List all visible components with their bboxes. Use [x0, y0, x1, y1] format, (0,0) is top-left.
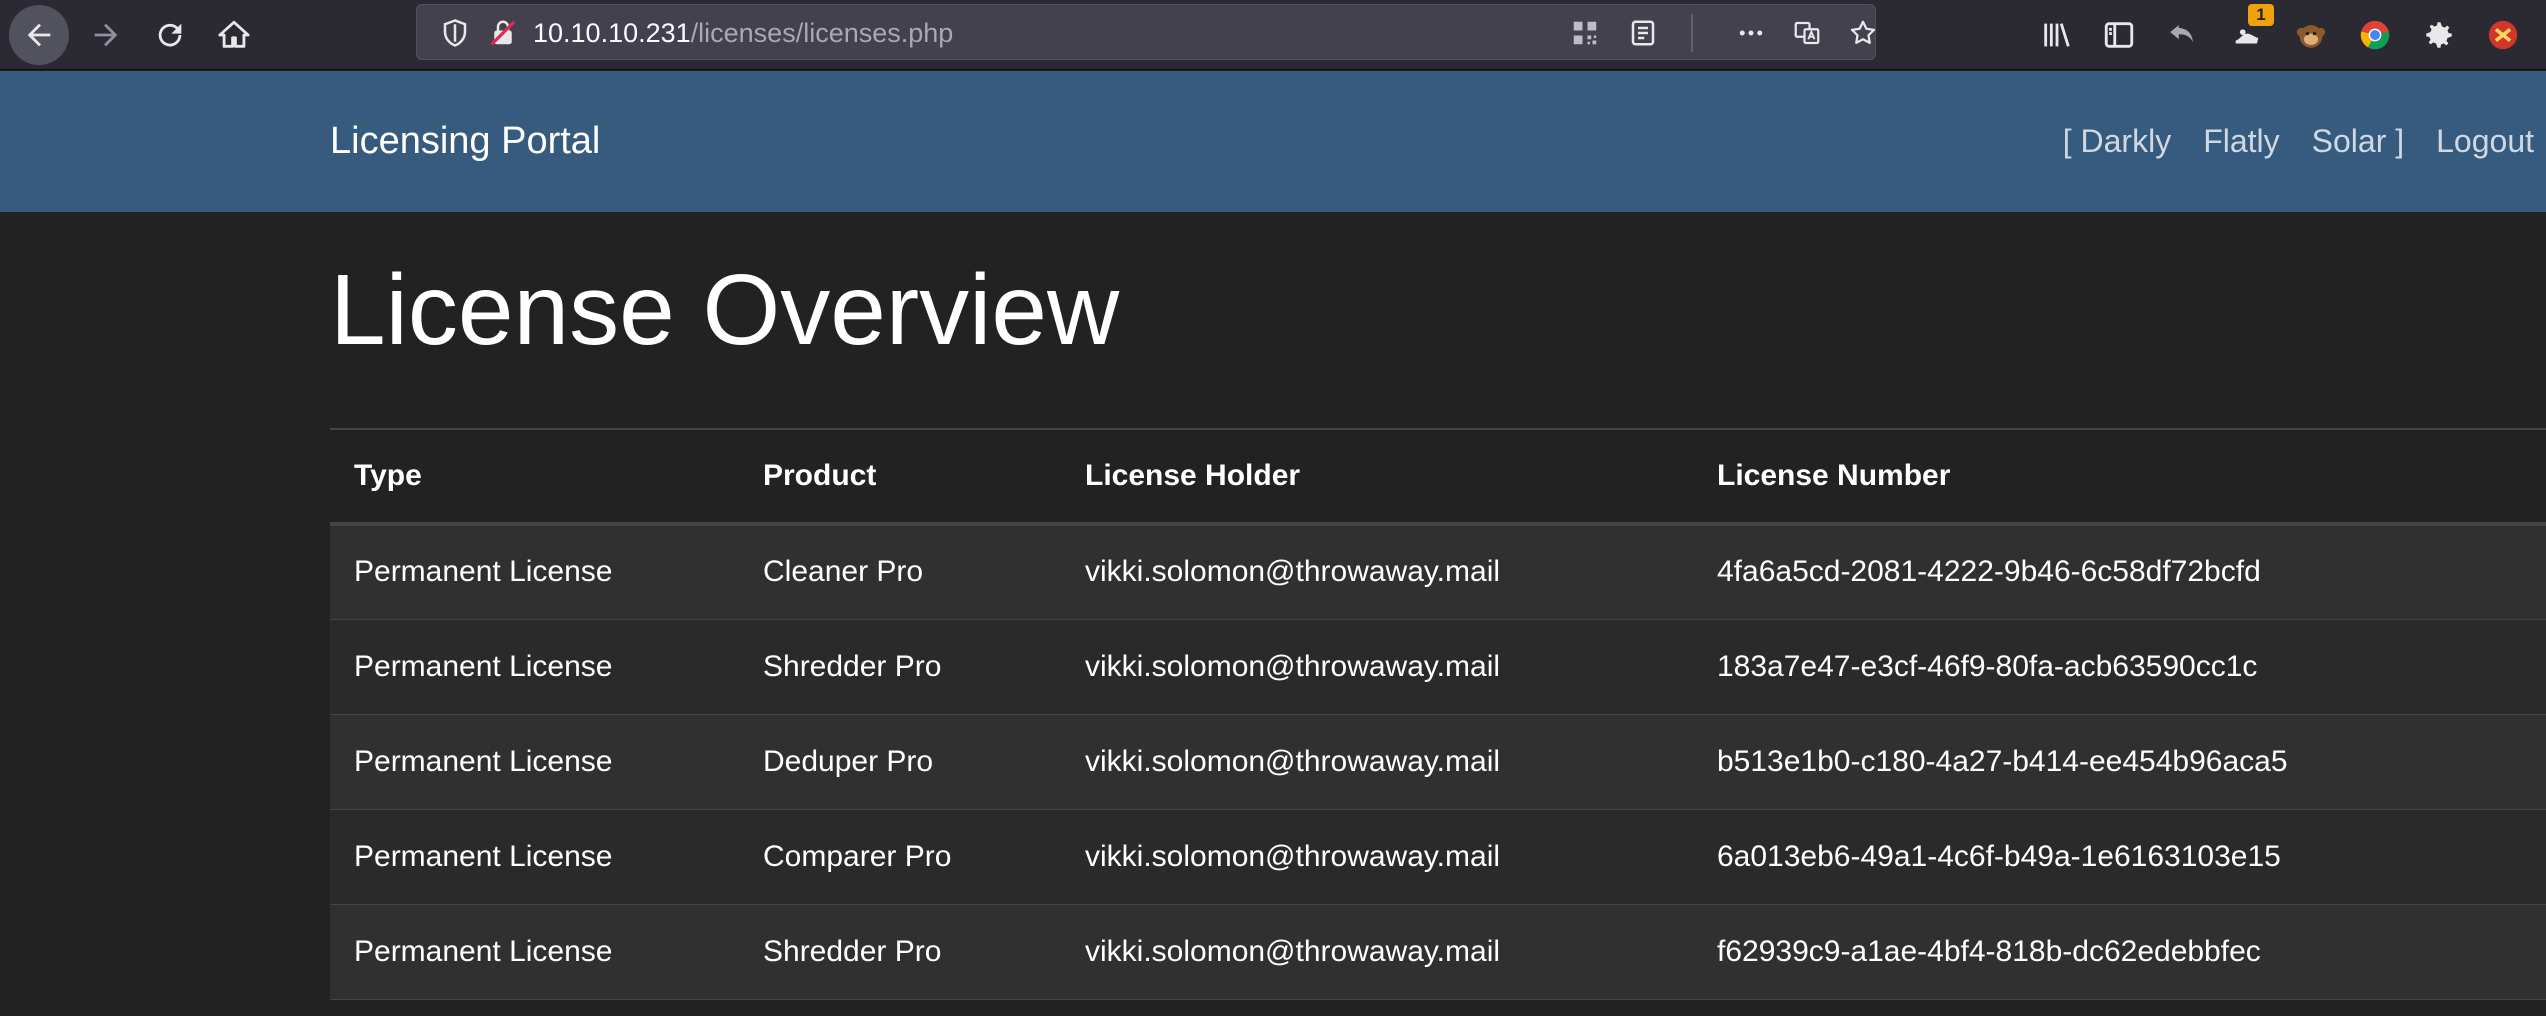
cell-type: Permanent License [354, 744, 613, 778]
cell-license-holder: vikki.solomon@throwaway.mail [1085, 744, 1501, 778]
cell-license-number: 6a013eb6-49a1-4c6f-b49a-1e6163103e15 [1717, 839, 2281, 873]
shield-extension-icon[interactable] [2478, 10, 2528, 60]
cell-license-number: 4fa6a5cd-2081-4222-9b46-6c58df72bcfd [1717, 555, 2261, 589]
nav-links: [ Darkly Flatly Solar ] Logout [2031, 71, 2546, 212]
theme-link-flatly[interactable]: Flatly [2203, 123, 2279, 160]
address-bar[interactable]: 10.10.10.231/licenses/licenses.php [416, 4, 1876, 60]
url-text[interactable]: 10.10.10.231/licenses/licenses.php [533, 5, 953, 61]
logout-link[interactable]: Logout [2436, 123, 2534, 160]
header-row: Type Product License Holder License Numb… [330, 429, 2546, 524]
cell-type: Permanent License [354, 934, 613, 968]
cell-product: Deduper Pro [763, 744, 934, 778]
url-path: /licenses/licenses.php [690, 18, 954, 48]
cell-type: Permanent License [354, 839, 613, 873]
forward-button[interactable] [76, 5, 136, 65]
home-icon [218, 20, 250, 48]
cell-license-holder: vikki.solomon@throwaway.mail [1085, 934, 1501, 968]
arrow-right-icon [94, 23, 118, 47]
cell-product: Shredder Pro [763, 934, 942, 968]
theme-link-solar[interactable]: Solar ] [2312, 123, 2404, 160]
translate-icon[interactable] [1787, 5, 1827, 61]
license-table: Type Product License Holder License Numb… [330, 428, 2546, 1000]
library-icon[interactable] [2032, 10, 2082, 60]
bookmark-star-icon[interactable] [1843, 5, 1883, 61]
cell-license-holder: vikki.solomon@throwaway.mail [1085, 839, 1501, 873]
sidebar-icon[interactable] [2094, 10, 2144, 60]
gear-icon[interactable] [2414, 10, 2464, 60]
table-body: Permanent License Cleaner Pro vikki.solo… [330, 524, 2546, 999]
home-button[interactable] [204, 5, 264, 65]
brand-link[interactable]: Licensing Portal [330, 71, 600, 212]
monkey-extension-icon[interactable] [2286, 10, 2336, 60]
url-separator [1691, 14, 1693, 52]
tracking-protection-icon[interactable] [435, 5, 475, 61]
table-row: Permanent License Comparer Pro vikki.sol… [330, 809, 2546, 904]
header-product: Product [763, 459, 877, 492]
browser-toolbar: 10.10.10.231/licenses/licenses.php 1 [0, 0, 2546, 70]
chrome-extension-icon[interactable] [2350, 10, 2400, 60]
insecure-lock-icon[interactable] [483, 5, 523, 61]
page-title: License Overview [330, 254, 1120, 366]
addon-extension-icon[interactable]: 1 [2222, 4, 2274, 60]
addon-badge: 1 [2248, 4, 2274, 26]
cell-license-number: b513e1b0-c180-4a27-b414-ee454b96aca5 [1717, 744, 2288, 778]
undo-icon[interactable] [2158, 10, 2208, 60]
cell-product: Shredder Pro [763, 649, 942, 683]
cell-product: Comparer Pro [763, 839, 952, 873]
cell-license-number: 183a7e47-e3cf-46f9-80fa-acb63590cc1c [1717, 649, 2258, 683]
cell-type: Permanent License [354, 649, 613, 683]
cell-license-holder: vikki.solomon@throwaway.mail [1085, 555, 1501, 589]
arrow-left-icon [27, 23, 51, 47]
reader-view-icon[interactable] [1623, 5, 1663, 61]
cell-type: Permanent License [354, 555, 613, 589]
reload-icon [158, 23, 182, 47]
theme-link-darkly[interactable]: [ Darkly [2063, 123, 2171, 160]
cell-license-holder: vikki.solomon@throwaway.mail [1085, 649, 1501, 683]
table-row: Permanent License Deduper Pro vikki.solo… [330, 714, 2546, 809]
table-row: Permanent License Shredder Pro vikki.sol… [330, 619, 2546, 714]
back-button[interactable] [9, 5, 69, 65]
table-header: Type Product License Holder License Numb… [330, 429, 2546, 524]
cell-product: Cleaner Pro [763, 555, 924, 589]
header-license-number: License Number [1717, 459, 1951, 492]
url-host: 10.10.10.231 [533, 18, 691, 48]
page-actions-icon[interactable] [1731, 5, 1771, 61]
header-type: Type [354, 459, 422, 492]
qr-code-icon[interactable] [1565, 5, 1605, 61]
table-row: Permanent License Shredder Pro vikki.sol… [330, 904, 2546, 999]
cell-license-number: f62939c9-a1ae-4bf4-818b-dc62edebbfec [1717, 934, 2261, 968]
header-license-holder: License Holder [1085, 459, 1301, 492]
license-table-container: Type Product License Holder License Numb… [330, 428, 2546, 1000]
reload-button[interactable] [140, 5, 200, 65]
site-navbar: Licensing Portal [ Darkly Flatly Solar ]… [0, 71, 2546, 212]
table-row: Permanent License Cleaner Pro vikki.solo… [330, 524, 2546, 619]
